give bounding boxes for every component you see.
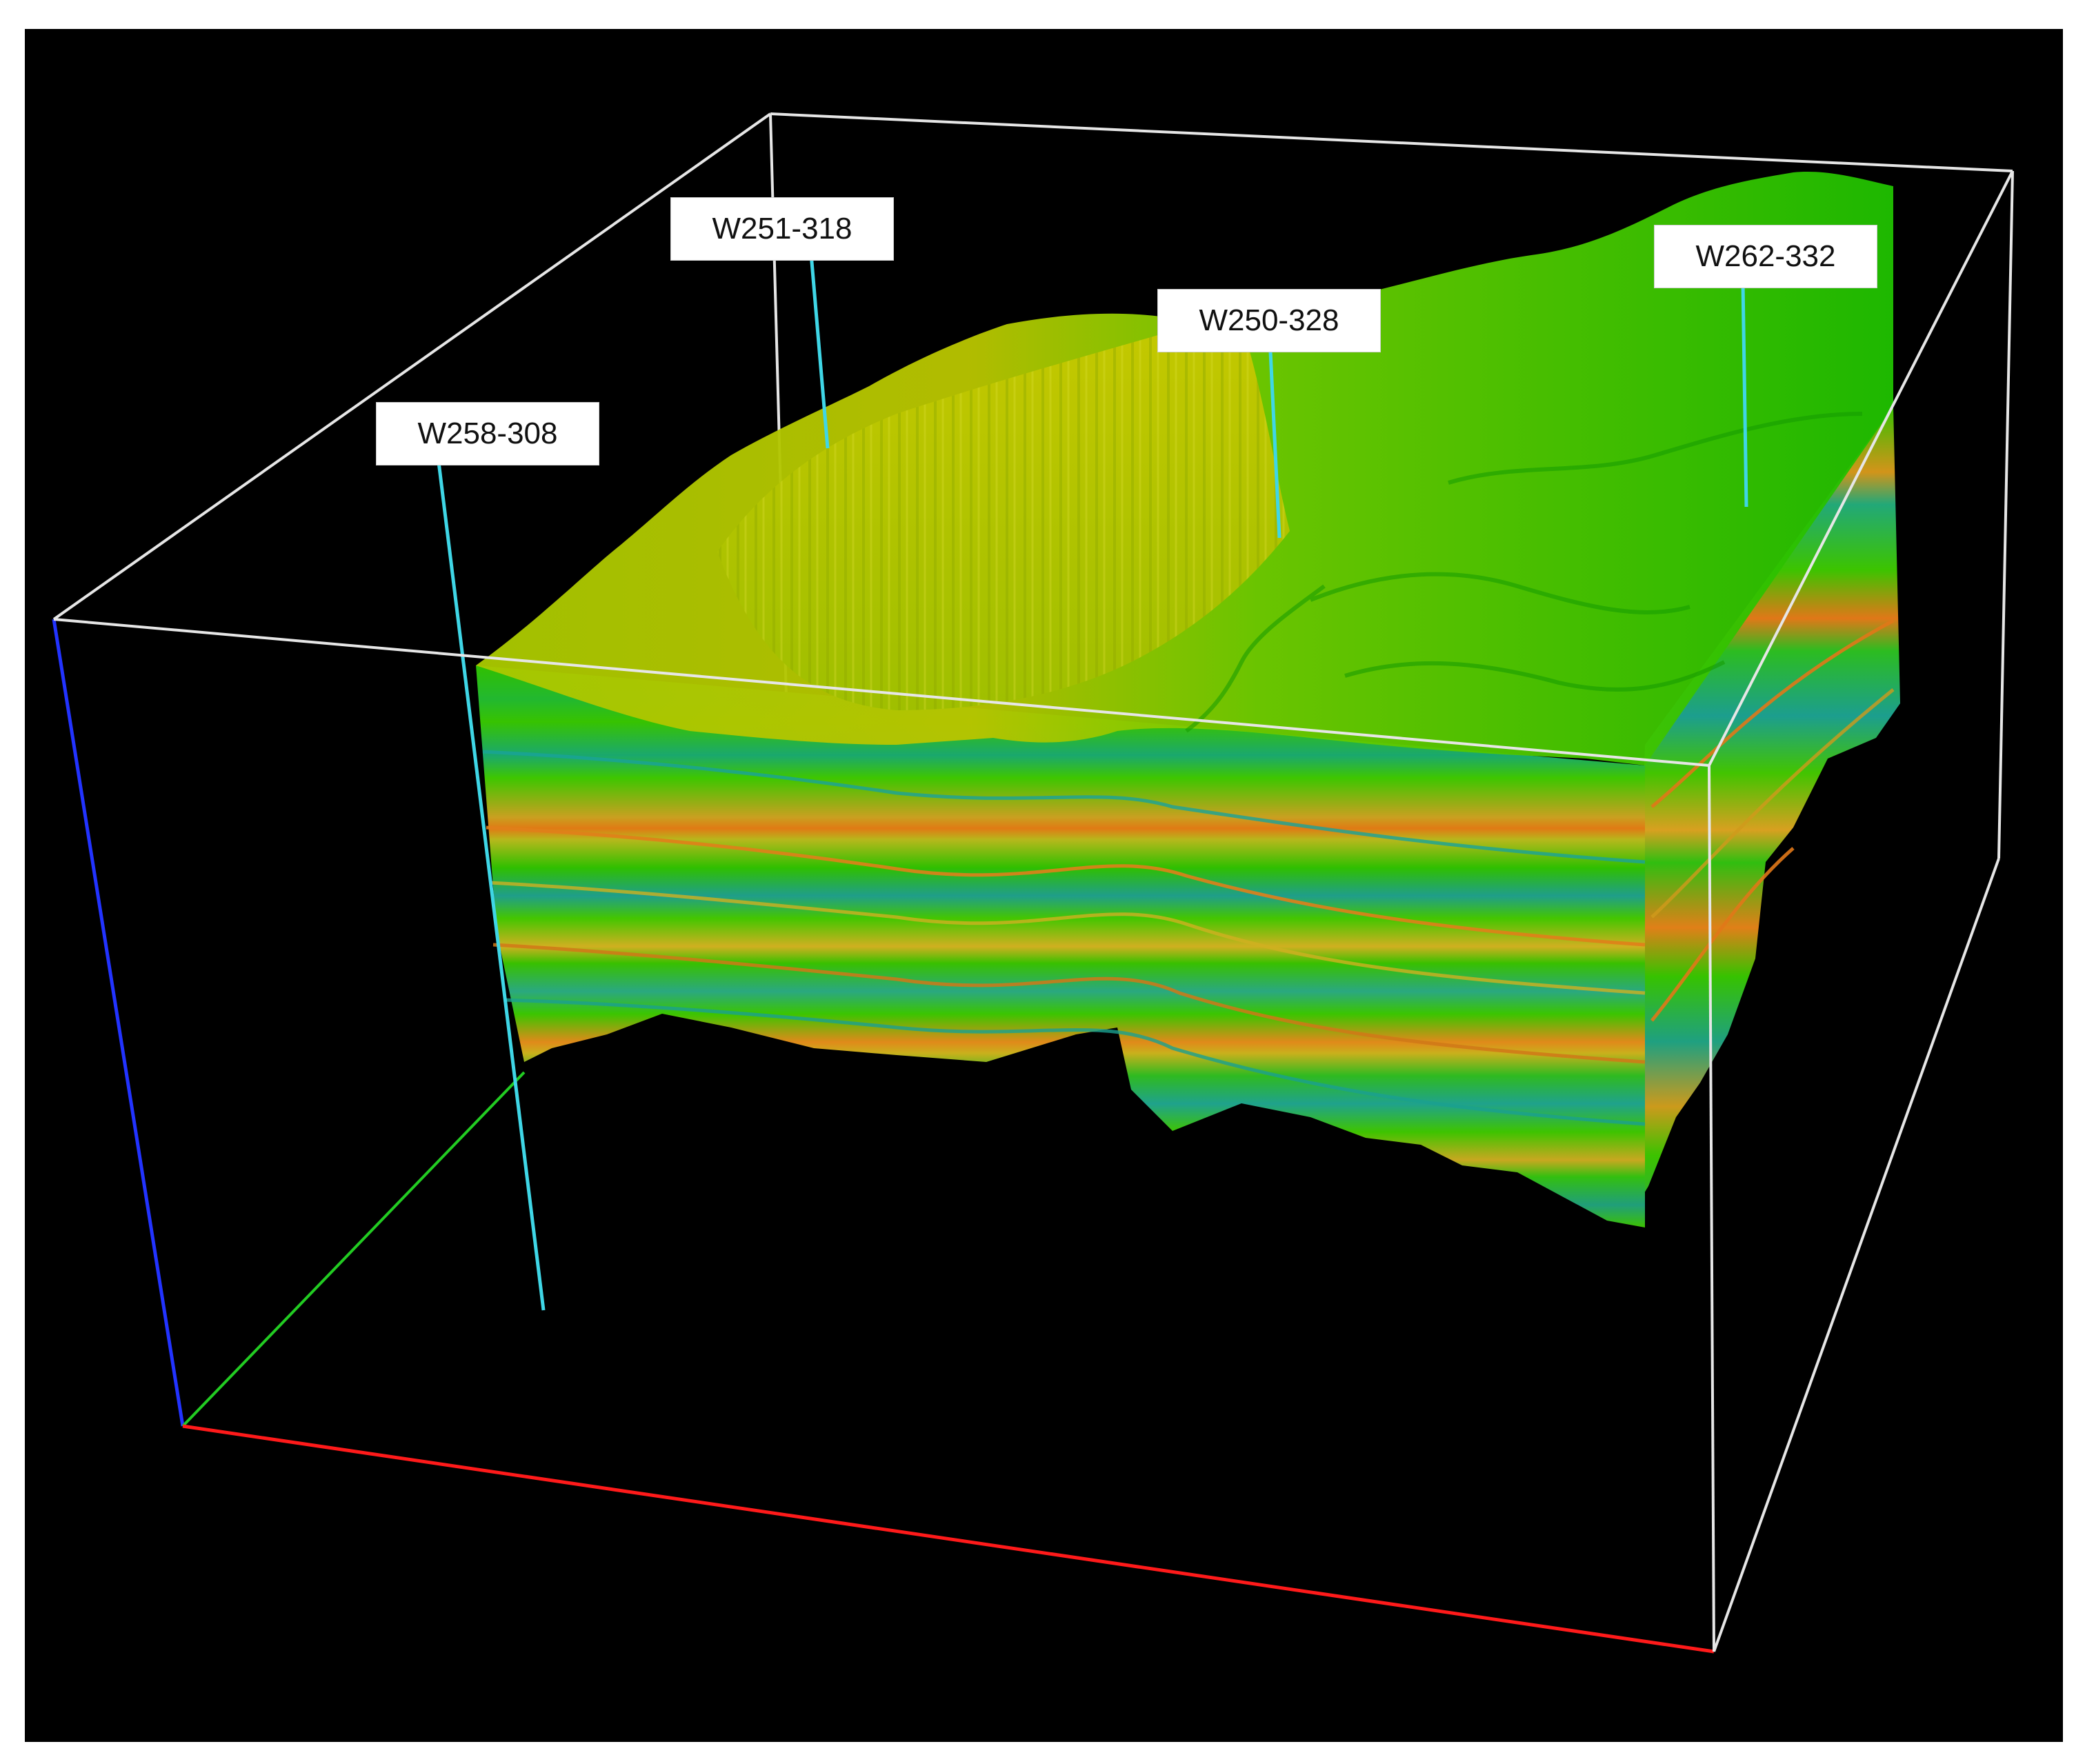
well-label-w251-318[interactable]: W251-318 (670, 197, 894, 261)
well-label-w250-328[interactable]: W250-328 (1157, 289, 1381, 352)
well-label-w262-332[interactable]: W262-332 (1654, 225, 1877, 288)
x-axis (182, 1424, 1715, 1654)
z-axis (52, 619, 185, 1427)
y-axis (181, 1071, 526, 1427)
well-label-w258-308[interactable]: W258-308 (376, 402, 599, 465)
3d-viewport[interactable]: W251-318 W250-328 W262-332 W258-308 (25, 29, 2063, 1742)
